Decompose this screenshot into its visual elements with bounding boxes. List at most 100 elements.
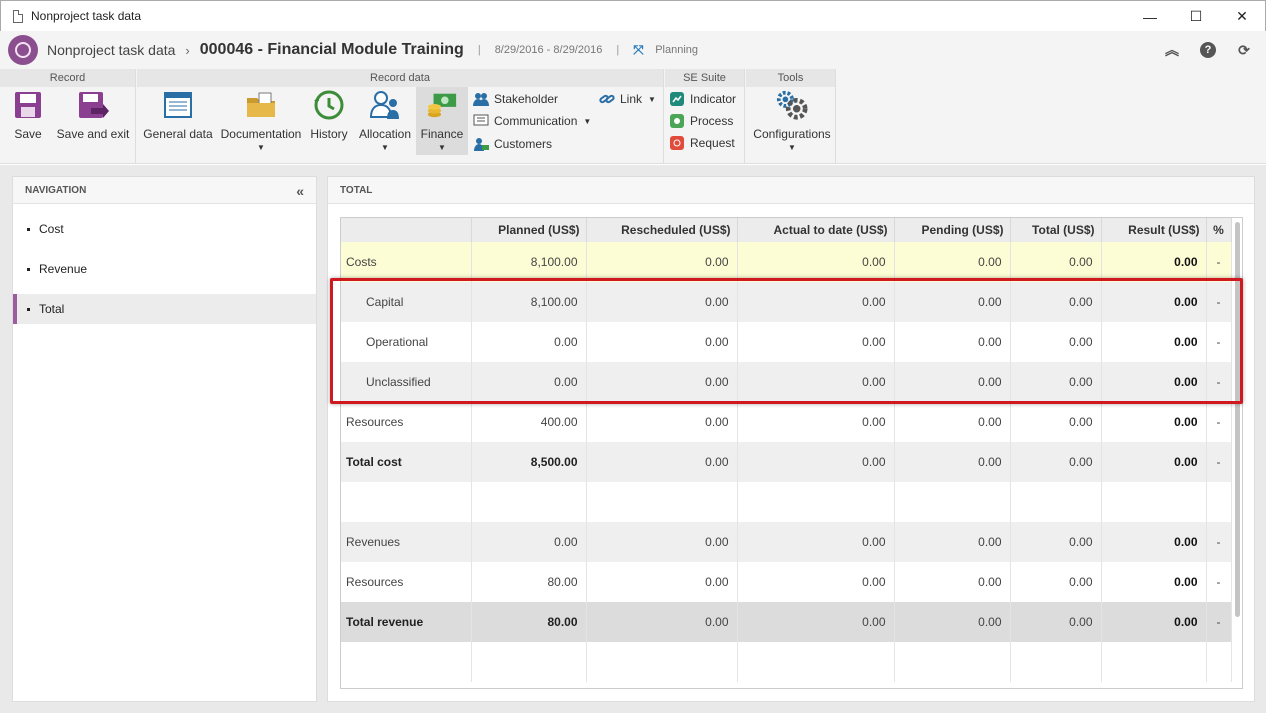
cell-rescheduled: 0.00 <box>586 562 738 602</box>
vertical-scrollbar[interactable] <box>1235 222 1240 617</box>
cell-pending: 0.00 <box>894 442 1011 482</box>
configurations-button[interactable]: Configurations ▼ <box>752 89 832 152</box>
communication-label: Communication <box>494 114 578 128</box>
column-header[interactable]: Result (US$) <box>1101 218 1207 242</box>
breadcrumb-chevron-icon: › <box>185 42 190 58</box>
history-icon <box>313 89 345 121</box>
cell-planned: 8,500.00 <box>471 442 587 482</box>
cell-total: 0.00 <box>1010 322 1102 362</box>
save-exit-label: Save and exit <box>56 127 130 141</box>
cell-planned: 0.00 <box>471 522 587 562</box>
help-icon[interactable]: ? <box>1200 42 1216 58</box>
record-header: Nonproject task data › 000046 - Financia… <box>0 31 1266 69</box>
panel-title: TOTAL <box>328 177 1254 204</box>
customers-label: Customers <box>494 137 553 151</box>
refresh-icon[interactable]: ⟳ <box>1236 42 1252 58</box>
ribbon-group-record: Record Save Save and exit <box>0 69 136 164</box>
window-title: Nonproject task data <box>31 9 142 23</box>
table-row[interactable]: Unclassified 0.00 0.00 0.00 0.00 0.00 0.00- <box>341 362 1232 402</box>
cell-total: 0.00 <box>1010 602 1102 642</box>
process-button[interactable]: Process <box>669 112 733 130</box>
allocation-label: Allocation <box>358 127 412 141</box>
customers-button[interactable]: Customers <box>473 135 552 153</box>
cell-actual: 0.00 <box>737 402 895 442</box>
cell-rescheduled: 0.00 <box>586 322 738 362</box>
table-cell <box>341 482 472 522</box>
dropdown-caret-icon: ▼ <box>257 143 265 152</box>
table-cell <box>1010 642 1102 682</box>
column-header[interactable]: Actual to date (US$) <box>737 218 895 242</box>
table-cell <box>586 482 738 522</box>
table-row[interactable]: Capital 8,100.00 0.00 0.00 0.00 0.00 0.00- <box>341 282 1232 322</box>
table-cell <box>894 642 1011 682</box>
communication-button[interactable]: Communication ▼ <box>473 112 591 130</box>
ribbon-group-title: SE Suite <box>665 69 744 87</box>
row-label: Total revenue <box>341 602 472 642</box>
save-and-exit-button[interactable]: Save and exit <box>56 89 130 141</box>
cell-rescheduled: 0.00 <box>586 362 738 402</box>
nav-item-cost[interactable]: Cost <box>13 214 316 244</box>
dropdown-caret-icon: ▼ <box>438 143 446 152</box>
table-row[interactable]: Costs 8,100.00 0.00 0.00 0.00 0.00 0.00- <box>341 242 1232 282</box>
table-row[interactable]: Total cost 8,500.00 0.00 0.00 0.00 0.00 0.00- <box>341 442 1232 482</box>
table-row[interactable]: Revenues 0.00 0.00 0.00 0.00 0.00 0.00- <box>341 522 1232 562</box>
stakeholder-button[interactable]: Stakeholder <box>473 90 558 108</box>
column-header[interactable]: Pending (US$) <box>894 218 1011 242</box>
process-label: Process <box>690 114 734 128</box>
cell-rescheduled: 0.00 <box>586 282 738 322</box>
communication-icon <box>473 113 489 129</box>
folder-icon <box>245 89 277 121</box>
collapse-panel-icon[interactable]: « <box>296 183 304 199</box>
cell-pct: - <box>1206 402 1232 442</box>
row-label: Costs <box>341 242 472 282</box>
collapse-up-icon[interactable]: ︽ <box>1164 42 1180 58</box>
column-header[interactable]: % <box>1206 218 1232 242</box>
table-row[interactable]: Resources 80.00 0.00 0.00 0.00 0.00 0.00- <box>341 562 1232 602</box>
close-button[interactable]: ✕ <box>1219 1 1265 32</box>
minimize-button[interactable]: — <box>1127 1 1173 32</box>
column-header[interactable]: Rescheduled (US$) <box>586 218 738 242</box>
cell-pct: - <box>1206 522 1232 562</box>
cell-result: 0.00 <box>1101 282 1207 322</box>
general-data-button[interactable]: General data <box>143 89 213 141</box>
divider: | <box>616 44 620 56</box>
table-cell <box>737 482 895 522</box>
cell-rescheduled: 0.00 <box>586 522 738 562</box>
table-cell <box>586 642 738 682</box>
maximize-button[interactable]: ☐ <box>1173 1 1219 32</box>
finance-label: Finance <box>420 127 464 141</box>
ribbon-group-tools: Tools Configurations ▼ <box>746 69 836 164</box>
document-icon <box>13 9 23 23</box>
table-row[interactable]: Operational 0.00 0.00 0.00 0.00 0.00 0.00- <box>341 322 1232 362</box>
link-button[interactable]: Link ▼ <box>599 90 656 108</box>
history-button[interactable]: History <box>307 89 351 141</box>
table-row[interactable]: Resources 400.00 0.00 0.00 0.00 0.00 0.00- <box>341 402 1232 442</box>
cell-planned: 0.00 <box>471 362 587 402</box>
documentation-button[interactable]: Documentation ▼ <box>221 89 301 152</box>
cell-pct: - <box>1206 322 1232 362</box>
table-row-empty <box>341 482 1232 522</box>
ribbon-group-title: Record data <box>137 69 663 87</box>
column-header[interactable]: Planned (US$) <box>471 218 587 242</box>
cell-pct: - <box>1206 362 1232 402</box>
cell-rescheduled: 0.00 <box>586 402 738 442</box>
allocation-button[interactable]: Allocation ▼ <box>359 89 411 152</box>
table-row-empty <box>341 642 1232 682</box>
table-row[interactable]: Total revenue 80.00 0.00 0.00 0.00 0.00 0.00- <box>341 602 1232 642</box>
row-label: Unclassified <box>341 362 472 402</box>
nav-item-revenue[interactable]: Revenue <box>13 254 316 284</box>
link-label: Link <box>620 92 643 106</box>
breadcrumb[interactable]: Nonproject task data <box>47 42 175 58</box>
save-label: Save <box>14 127 42 141</box>
cell-rescheduled: 0.00 <box>586 602 738 642</box>
column-header[interactable]: Total (US$) <box>1010 218 1102 242</box>
request-button[interactable]: Request <box>669 134 735 152</box>
nav-item-total[interactable]: Total <box>13 294 316 324</box>
finance-button[interactable]: Finance ▼ <box>416 87 468 155</box>
save-button[interactable]: Save <box>10 89 46 141</box>
money-icon <box>426 89 458 121</box>
indicator-button[interactable]: Indicator <box>669 90 736 108</box>
cell-pct: - <box>1206 242 1232 282</box>
column-header[interactable] <box>341 218 472 242</box>
table-cell <box>737 642 895 682</box>
